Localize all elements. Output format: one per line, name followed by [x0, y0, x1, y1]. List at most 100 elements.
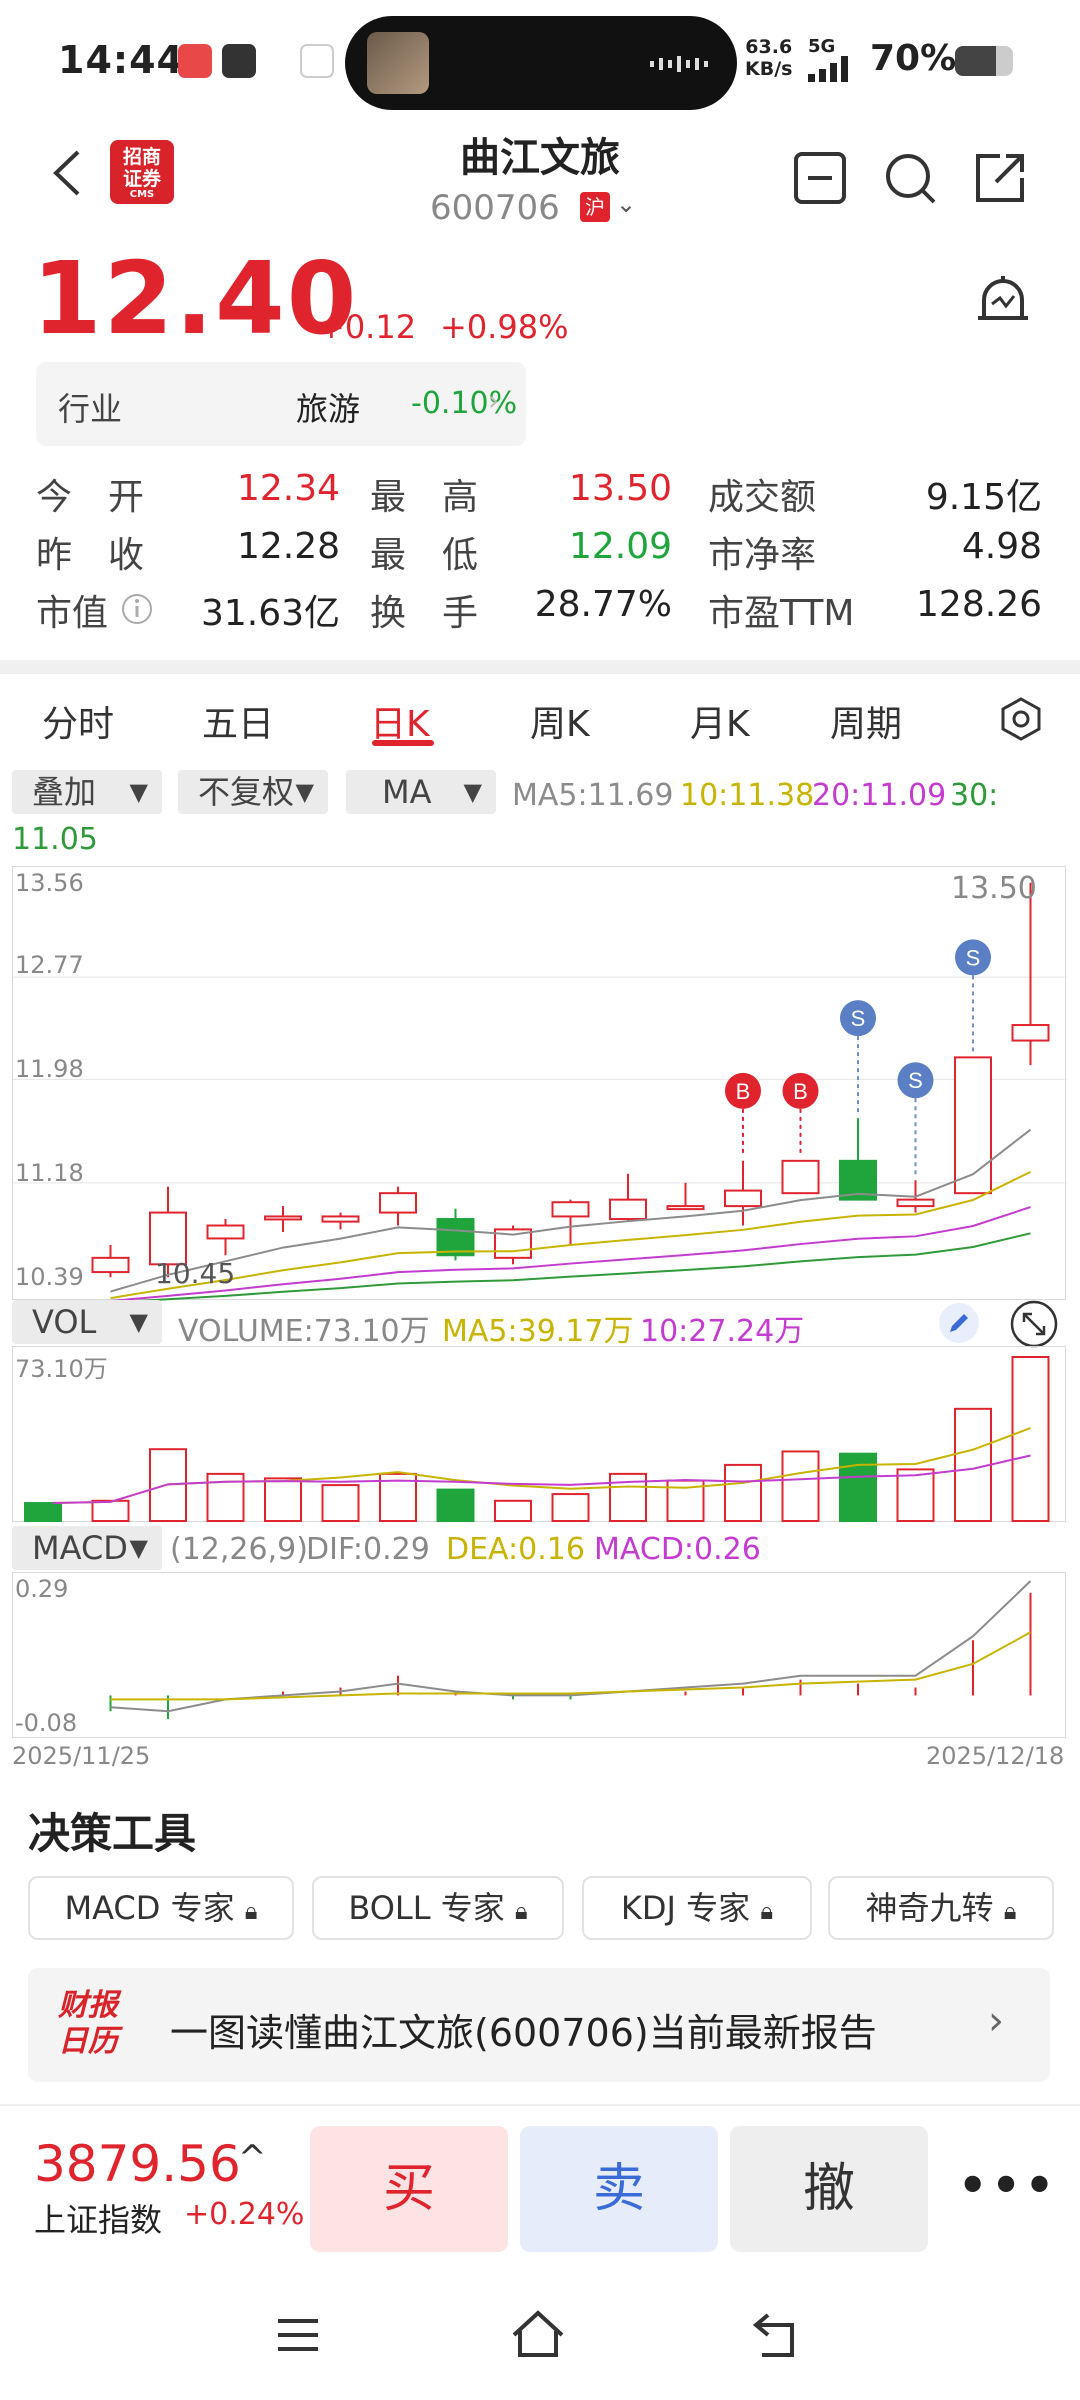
- last-price: 12.40: [32, 240, 359, 357]
- home-icon[interactable]: [508, 2305, 568, 2365]
- market-badge: 沪: [580, 192, 610, 222]
- chevron-right-icon: ›: [988, 1998, 1004, 2044]
- bottom-divider: [0, 2104, 1080, 2106]
- quote-label: 市盈TTM: [708, 593, 855, 634]
- section-divider: [0, 660, 1080, 674]
- indicator-dropdown[interactable]: MA ▼: [346, 770, 496, 814]
- macd-dropdown[interactable]: MACD ▼: [12, 1526, 162, 1570]
- candle-body: [91, 1256, 130, 1274]
- tools-title: 决策工具: [28, 1809, 197, 1858]
- dif-line: [110, 1580, 1032, 1713]
- vol-ma5-legend: MA5:39.17万: [442, 1314, 634, 1349]
- audio-wave-icon: [650, 56, 708, 72]
- overlay-dropdown[interactable]: 叠加 ▼: [12, 770, 162, 814]
- search-icon[interactable]: [882, 150, 938, 206]
- candle-body: [781, 1159, 820, 1195]
- tab-intraday[interactable]: 分时: [42, 695, 114, 747]
- chevron-up-icon[interactable]: ^: [238, 2138, 267, 2178]
- vol-label: VOL: [32, 1303, 97, 1341]
- logo-sub: CMS: [129, 189, 155, 200]
- report-text: 一图读懂曲江文旅(600706)当前最新报告: [170, 2011, 877, 2055]
- cancel-order-button[interactable]: 撤: [730, 2126, 928, 2252]
- volume-bar: [321, 1484, 360, 1523]
- status-time: 14:44: [58, 38, 184, 82]
- quote-label: 换 手: [370, 593, 479, 634]
- menu-icon[interactable]: [268, 2305, 328, 2365]
- fullscreen-icon[interactable]: [1010, 1300, 1058, 1348]
- dynamic-island[interactable]: [345, 16, 737, 110]
- network-speed: 63.6 KB/s: [745, 36, 792, 80]
- signal-bars-icon: [808, 56, 848, 82]
- industry-card[interactable]: 行业 旅游 -0.10% ›: [36, 362, 526, 446]
- price-alert-icon[interactable]: [970, 270, 1036, 336]
- y-axis-max: 13.56: [15, 869, 84, 897]
- candle-body: [321, 1215, 360, 1223]
- volume-chart[interactable]: 73.10万: [12, 1346, 1066, 1523]
- soul-app-icon: [222, 44, 256, 78]
- volume-bar: [551, 1493, 590, 1522]
- caret-down-icon: ▼: [129, 778, 148, 806]
- signal-5g: 5G: [808, 36, 836, 57]
- candle-body: [1011, 1024, 1050, 1042]
- notification-icon: [300, 44, 334, 78]
- stock-code[interactable]: 600706: [430, 188, 560, 228]
- report-banner[interactable]: 财报日历 一图读懂曲江文旅(600706)当前最新报告 ›: [28, 1968, 1050, 2082]
- adjust-dropdown[interactable]: 不复权 ▼: [178, 770, 328, 814]
- volume-bar: [24, 1502, 62, 1523]
- info-icon[interactable]: [120, 592, 154, 626]
- volume-bar: [91, 1499, 130, 1523]
- edit-icon[interactable]: [938, 1302, 980, 1344]
- tab-monthly-k[interactable]: 月K: [690, 695, 750, 747]
- industry-name: 旅游: [296, 390, 361, 428]
- kline-chart[interactable]: B B S S S 13.56 12.77 11.98 11.18 10.39 10.4…: [12, 866, 1067, 1301]
- share-icon[interactable]: [972, 150, 1028, 206]
- quote-value: 4.98: [961, 526, 1042, 567]
- date-start: 2025/11/25: [12, 1742, 151, 1770]
- adjust-label: 不复权: [198, 773, 295, 811]
- video-app-icon: [178, 44, 212, 78]
- volume-bar: [264, 1477, 302, 1522]
- quote-label: 昨 收: [36, 535, 145, 576]
- candle-body: [379, 1192, 417, 1214]
- caret-down-icon: ▼: [463, 778, 482, 806]
- back-nav-icon[interactable]: [748, 2305, 808, 2365]
- volume-bar: [724, 1463, 762, 1522]
- candle-body: [954, 1056, 992, 1195]
- buy-button[interactable]: 买: [310, 2126, 508, 2252]
- signal-label: S: [908, 1068, 923, 1093]
- volume-bar: [1011, 1356, 1050, 1522]
- candle-body: [724, 1189, 762, 1208]
- quote-label: 市净率: [708, 535, 817, 576]
- chevron-down-icon[interactable]: ⌄: [616, 190, 636, 218]
- candle-body: [666, 1205, 705, 1211]
- tab-five-day[interactable]: 五日: [202, 695, 274, 747]
- quote-label: 今 开: [36, 477, 145, 518]
- more-button[interactable]: •••: [958, 2158, 1058, 2212]
- tab-period[interactable]: 周期: [830, 695, 902, 747]
- y-axis-tick: 11.98: [15, 1055, 84, 1083]
- kline-canvas: B B S S S: [13, 882, 1067, 1301]
- kdj-expert-button[interactable]: KDJ 专家 🔒︎: [582, 1876, 812, 1940]
- financial-calendar-icon: 财报日历: [58, 1988, 118, 2059]
- settings-icon[interactable]: [998, 696, 1044, 742]
- sell-button[interactable]: 卖: [520, 2126, 718, 2252]
- dea-legend: DEA:0.16: [446, 1532, 585, 1567]
- chevron-right-icon: ›: [488, 384, 500, 417]
- tool-label: BOLL 专家: [348, 1889, 505, 1927]
- remove-watchlist-icon[interactable]: [792, 150, 848, 206]
- vol-ma5-line: [52, 1427, 1031, 1505]
- quote-label: 市值: [36, 593, 109, 634]
- lock-icon: 🔒︎: [514, 1897, 528, 1925]
- candle-body: [551, 1201, 590, 1218]
- candle-body: [264, 1215, 302, 1221]
- index-value[interactable]: 3879.56: [34, 2135, 241, 2193]
- macd-expert-button[interactable]: MACD 专家 🔒︎: [28, 1876, 294, 1940]
- boll-expert-button[interactable]: BOLL 专家 🔒︎: [312, 1876, 564, 1940]
- quote-value: 9.15亿: [925, 477, 1042, 518]
- vol-dropdown[interactable]: VOL ▼: [12, 1300, 162, 1344]
- tool-label: 神奇九转: [865, 1889, 994, 1927]
- macd-chart[interactable]: 0.29 -0.08: [12, 1572, 1066, 1738]
- signal-label: B: [736, 1079, 751, 1104]
- td-sequential-button[interactable]: 神奇九转 🔒︎: [828, 1876, 1054, 1940]
- tab-weekly-k[interactable]: 周K: [530, 695, 590, 747]
